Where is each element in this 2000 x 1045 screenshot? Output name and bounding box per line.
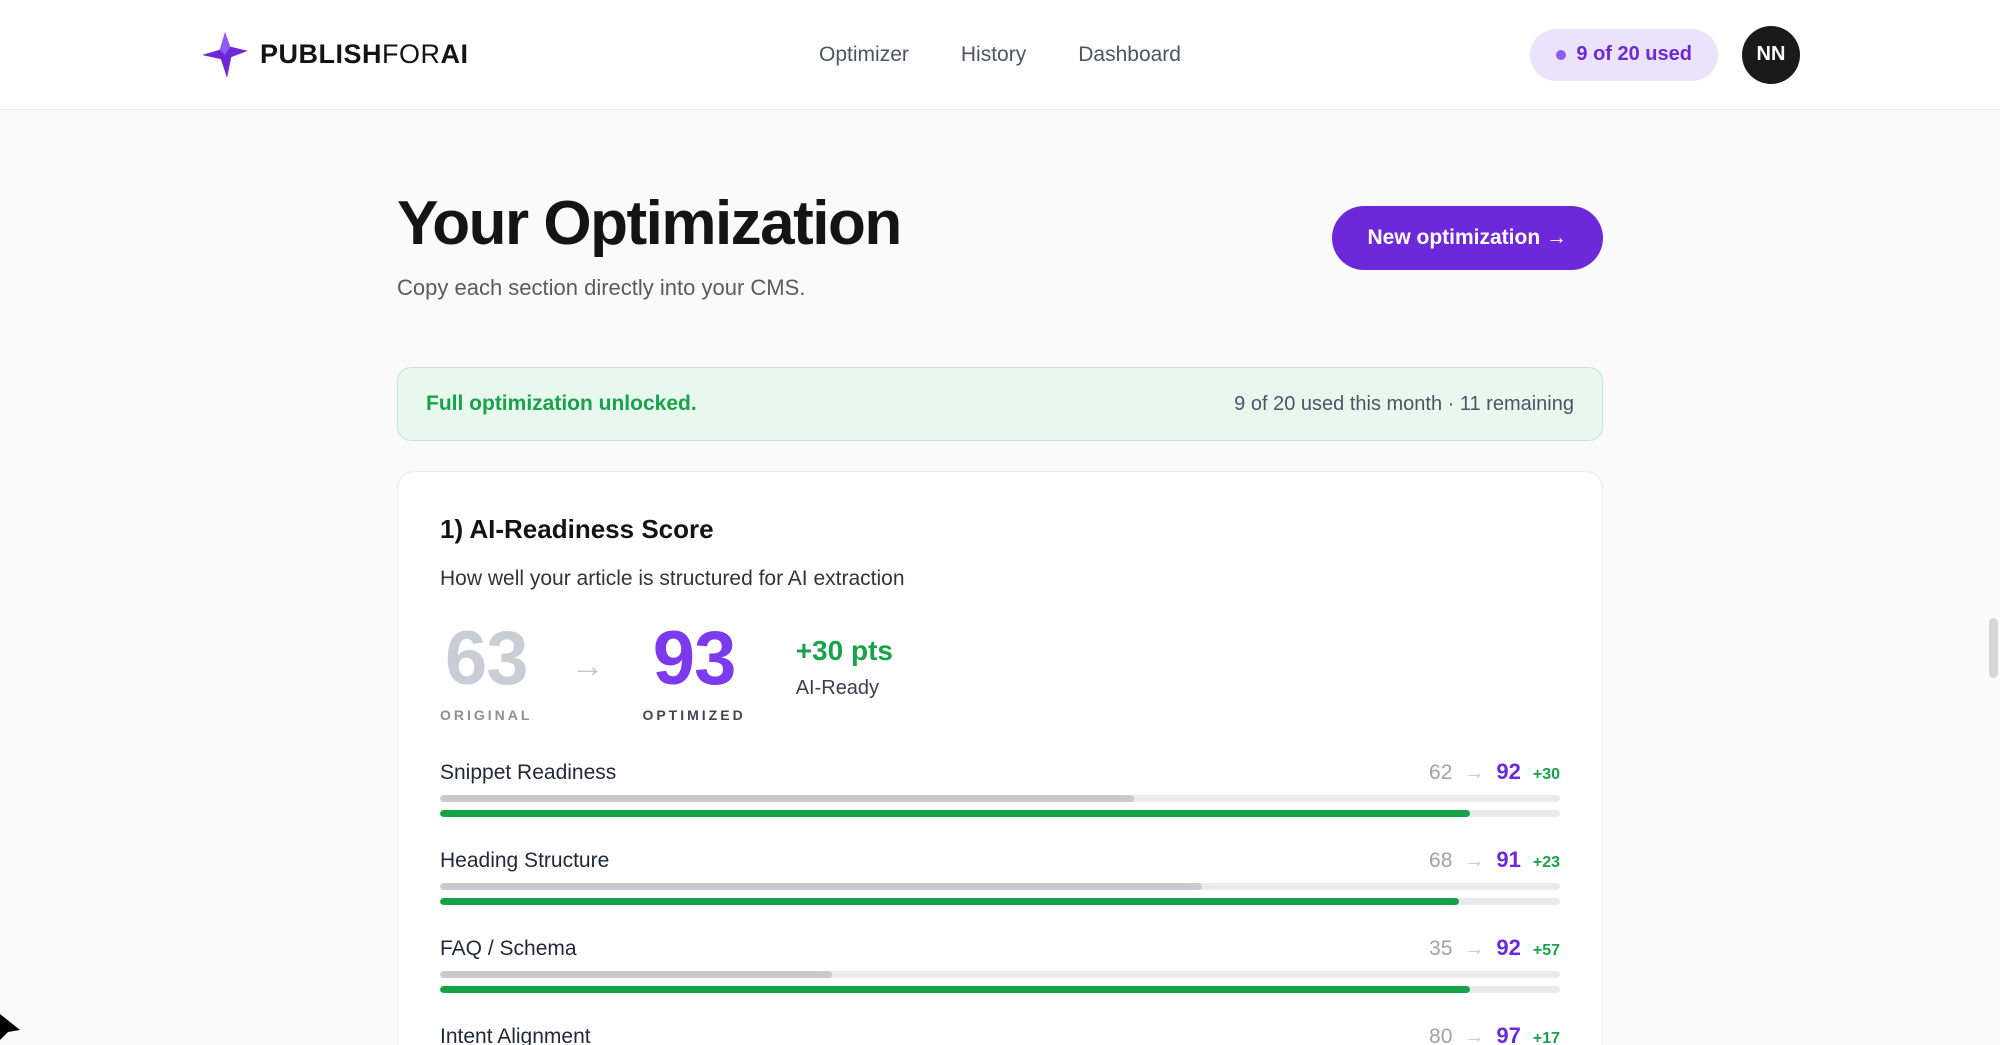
metric-values: 68 → 91 +23 (1429, 847, 1560, 873)
metric-row-heading-structure: Heading Structure 68 → 91 +23 (440, 847, 1560, 905)
optimized-score-label: OPTIMIZED (642, 707, 745, 723)
usage-dot-icon (1556, 50, 1566, 60)
metric-label: Intent Alignment (440, 1025, 591, 1045)
scrollbar-thumb[interactable] (1989, 618, 1998, 678)
page-head: Your Optimization Copy each section dire… (397, 188, 1603, 301)
metric-row-intent-alignment: Intent Alignment 80 → 97 +17 (440, 1023, 1560, 1045)
original-score: 63 (440, 621, 532, 697)
metric-delta: +57 (1533, 942, 1560, 960)
page-title: Your Optimization (397, 188, 901, 259)
optimized-bar-track (440, 986, 1560, 993)
optimized-bar-fill (440, 898, 1459, 905)
main-content: Your Optimization Copy each section dire… (0, 188, 2000, 1045)
card-title: 1) AI-Readiness Score (440, 514, 1560, 545)
metric-optimized: 92 (1496, 759, 1520, 785)
metric-values: 62 → 92 +30 (1429, 759, 1560, 785)
unlock-banner: Full optimization unlocked. 9 of 20 used… (397, 367, 1603, 441)
app-header: PUBLISHFORAI Optimizer History Dashboard… (0, 0, 2000, 110)
page-subtitle: Copy each section directly into your CMS… (397, 275, 901, 301)
nav-dashboard[interactable]: Dashboard (1078, 43, 1181, 67)
metric-optimized: 97 (1496, 1023, 1520, 1045)
metrics-list: Snippet Readiness 62 → 92 +30 Heading St… (440, 759, 1560, 1045)
arrow-icon: → (1464, 1026, 1484, 1045)
metric-delta: +17 (1533, 1030, 1560, 1045)
metric-original: 68 (1429, 849, 1452, 873)
optimized-bar-fill (440, 986, 1470, 993)
nav-history[interactable]: History (961, 43, 1026, 67)
original-score-label: ORIGINAL (440, 707, 532, 723)
brand-wordmark: PUBLISHFORAI (260, 39, 469, 70)
main-nav: Optimizer History Dashboard (819, 0, 1181, 110)
original-bar-track (440, 795, 1560, 802)
arrow-icon: → (1464, 850, 1484, 873)
metric-delta: +30 (1533, 766, 1560, 784)
usage-badge-label: 9 of 20 used (1576, 43, 1692, 66)
score-delta-caption: AI-Ready (796, 677, 893, 700)
unlock-banner-usage: 9 of 20 used this month · 11 remaining (1234, 393, 1574, 416)
original-score-block: 63 ORIGINAL (440, 621, 532, 723)
score-delta-block: +30 pts AI-Ready (796, 635, 893, 700)
new-optimization-button[interactable]: New optimization → (1332, 206, 1604, 270)
original-bar-track (440, 883, 1560, 890)
original-bar-fill (440, 971, 832, 978)
metric-label: Snippet Readiness (440, 761, 616, 785)
arrow-icon: → (1464, 938, 1484, 961)
metric-row-snippet-readiness: Snippet Readiness 62 → 92 +30 (440, 759, 1560, 817)
brand-logo[interactable]: PUBLISHFORAI (200, 30, 469, 80)
metric-label: FAQ / Schema (440, 937, 577, 961)
original-bar-track (440, 971, 1560, 978)
arrow-icon: → (1464, 762, 1484, 785)
metric-optimized: 92 (1496, 935, 1520, 961)
avatar[interactable]: NN (1742, 26, 1800, 84)
ai-readiness-card: 1) AI-Readiness Score How well your arti… (397, 471, 1603, 1045)
original-bar-fill (440, 883, 1202, 890)
optimized-score-block: 93 OPTIMIZED (642, 621, 745, 723)
metric-label: Heading Structure (440, 849, 609, 873)
optimized-score: 93 (642, 621, 745, 697)
optimized-bar-fill (440, 810, 1470, 817)
card-subtitle: How well your article is structured for … (440, 567, 1560, 591)
unlock-banner-message: Full optimization unlocked. (426, 392, 697, 416)
metric-values: 80 → 97 +17 (1429, 1023, 1560, 1045)
metric-optimized: 91 (1496, 847, 1520, 873)
score-delta: +30 pts (796, 635, 893, 667)
header-right: 9 of 20 used NN (1530, 26, 1800, 84)
metric-original: 62 (1429, 761, 1452, 785)
metric-delta: +23 (1533, 854, 1560, 872)
score-comparison: 63 ORIGINAL → 93 OPTIMIZED +30 pts AI-Re… (440, 621, 1560, 723)
optimized-bar-track (440, 898, 1560, 905)
original-bar-fill (440, 795, 1134, 802)
metric-row-faq-schema: FAQ / Schema 35 → 92 +57 (440, 935, 1560, 993)
usage-badge: 9 of 20 used (1530, 29, 1718, 81)
nav-optimizer[interactable]: Optimizer (819, 43, 909, 67)
metric-values: 35 → 92 +57 (1429, 935, 1560, 961)
brand-star-icon (200, 30, 250, 80)
optimized-bar-track (440, 810, 1560, 817)
arrow-icon: → (570, 647, 604, 686)
cursor-pointer-icon (0, 1006, 26, 1045)
metric-original: 35 (1429, 937, 1452, 961)
metric-original: 80 (1429, 1025, 1452, 1045)
